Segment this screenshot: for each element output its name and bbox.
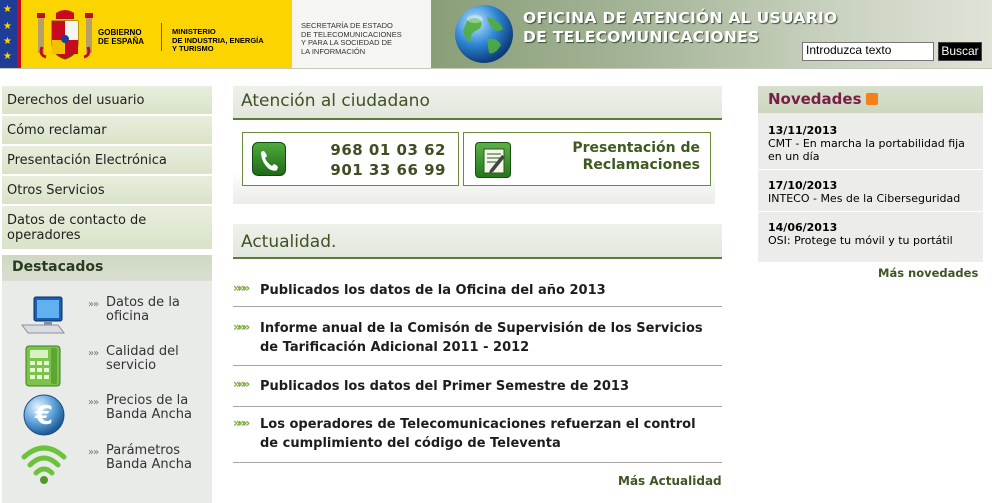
sidebar-item-derechos[interactable]: Derechos del usuario (2, 86, 212, 116)
phone-icon (252, 142, 286, 176)
logo-divider (161, 23, 162, 51)
spain-flag-stripe (17, 0, 21, 68)
secretaria-label: SECRETARÍA DE ESTADO DE TELECOMUNICACION… (301, 21, 402, 56)
globe-icon (455, 5, 513, 63)
news-link[interactable]: Informe anual de la Comisón de Supervisi… (260, 319, 715, 357)
eu-flag-icon: ★ ★ ★ ★ (0, 0, 17, 68)
news-item[interactable]: »»» Informe anual de la Comisón de Super… (233, 318, 722, 366)
calculator-phone-icon (25, 345, 61, 387)
destacado-label: Parámetros Banda Ancha (106, 443, 192, 472)
destacado-arrow-icon: »» (88, 299, 99, 310)
destacado-arrow-icon: »» (88, 348, 99, 359)
secretaria-area: SECRETARÍA DE ESTADO DE TELECOMUNICACION… (292, 0, 431, 68)
mas-actualidad-link[interactable]: Más Actualidad (618, 474, 722, 488)
news-arrow-icon: »»» (233, 320, 250, 334)
reclamaciones-box[interactable]: Presentación de Reclamaciones (463, 132, 711, 186)
sidebar-item-presentacion-electronica[interactable]: Presentación Electrónica (2, 146, 212, 176)
destacado-datos-oficina[interactable]: »» Datos de la oficina (2, 295, 212, 341)
news-arrow-icon: »»» (233, 377, 250, 391)
destacado-label: Calidad del servicio (106, 344, 179, 373)
phone-number-1: 968 01 03 62 (330, 141, 446, 159)
novedad-item[interactable]: 17/10/2013 INTECO - Mes de la Cibersegur… (758, 179, 983, 212)
sidebar-item-datos-contacto[interactable]: Datos de contacto de operadores (2, 206, 212, 251)
svg-text:€: € (34, 401, 53, 431)
search-input[interactable]: Introduzca texto (802, 42, 934, 61)
destacados-panel: Destacados »» Datos de la oficina »» Cal… (2, 255, 212, 503)
news-item[interactable]: »»» Publicados los datos del Primer Seme… (233, 375, 722, 407)
destacado-precios-banda-ancha[interactable]: € »» Precios de la Banda Ancha (2, 393, 212, 439)
banner-title: OFICINA DE ATENCIÓN AL USUARIO DE TELECO… (523, 9, 838, 46)
computer-icon (21, 296, 65, 334)
contact-box: 968 01 03 62 901 33 66 99 Presentación d… (233, 122, 715, 204)
euro-icon: € (23, 394, 65, 436)
rss-icon[interactable] (865, 93, 878, 105)
novedad-text[interactable]: OSI: Protege tu móvil y tu portátil (768, 234, 973, 247)
novedad-date: 13/11/2013 (768, 124, 838, 137)
news-link[interactable]: Publicados los datos de la Oficina del a… (260, 281, 715, 300)
coat-of-arms-icon (37, 10, 93, 60)
novedades-title: Novedades (758, 86, 983, 113)
destacado-label: Precios de la Banda Ancha (106, 393, 192, 422)
novedad-item[interactable]: 13/11/2013 CMT - En marcha la portabilid… (758, 124, 983, 170)
news-arrow-icon: »»» (233, 281, 250, 295)
novedad-date: 14/06/2013 (768, 221, 838, 234)
news-link[interactable]: Los operadores de Telecomunicaciones ref… (260, 415, 715, 453)
phone-number-2: 901 33 66 99 (330, 161, 446, 179)
site-header: ★ ★ ★ ★ GOBIERNO DE ESPAÑA MINISTERIO DE… (0, 0, 992, 69)
news-item[interactable]: »»» Publicados los datos de la Oficina d… (233, 279, 722, 307)
destacado-calidad-servicio[interactable]: »» Calidad del servicio (2, 344, 212, 390)
reclamaciones-label: Presentación de Reclamaciones (572, 140, 700, 173)
novedad-date: 17/10/2013 (768, 179, 838, 192)
sidebar-nav: Derechos del usuario Cómo reclamar Prese… (2, 86, 212, 251)
novedad-text[interactable]: CMT - En marcha la portabilidad fija en … (768, 137, 973, 163)
sidebar-item-como-reclamar[interactable]: Cómo reclamar (2, 116, 212, 146)
wifi-icon (21, 445, 67, 484)
novedad-text[interactable]: INTECO - Mes de la Ciberseguridad (768, 192, 973, 205)
novedad-item[interactable]: 14/06/2013 OSI: Protege tu móvil y tu po… (758, 221, 983, 254)
actualidad-section-title: Actualidad. (233, 224, 722, 259)
phone-numbers: 968 01 03 62 901 33 66 99 (330, 140, 446, 180)
search-button[interactable]: Buscar (938, 42, 982, 61)
ministerio-label: MINISTERIO DE INDUSTRIA, ENERGÍA Y TURIS… (172, 27, 264, 53)
news-link[interactable]: Publicados los datos del Primer Semestre… (260, 377, 715, 396)
destacado-parametros-banda-ancha[interactable]: »» Parámetros Banda Ancha (2, 443, 212, 489)
phone-box[interactable]: 968 01 03 62 901 33 66 99 (242, 132, 459, 186)
atencion-section-title: Atención al ciudadano (233, 86, 722, 120)
government-logo-area[interactable]: ★ ★ ★ ★ GOBIERNO DE ESPAÑA MINISTERIO DE… (0, 0, 292, 68)
news-arrow-icon: »»» (233, 416, 250, 430)
gobierno-label: GOBIERNO DE ESPAÑA (98, 28, 145, 46)
destacado-arrow-icon: »» (88, 447, 99, 458)
destacados-title: Destacados (2, 255, 212, 281)
novedades-panel: Novedades 13/11/2013 CMT - En marcha la … (758, 86, 983, 262)
news-item[interactable]: »»» Los operadores de Telecomunicaciones… (233, 414, 722, 463)
sidebar-item-otros-servicios[interactable]: Otros Servicios (2, 176, 212, 206)
destacado-arrow-icon: »» (88, 397, 99, 408)
destacado-label: Datos de la oficina (106, 295, 180, 324)
office-banner: OFICINA DE ATENCIÓN AL USUARIO DE TELECO… (431, 0, 992, 68)
form-edit-icon (475, 142, 511, 178)
mas-novedades-link[interactable]: Más novedades (878, 266, 978, 280)
